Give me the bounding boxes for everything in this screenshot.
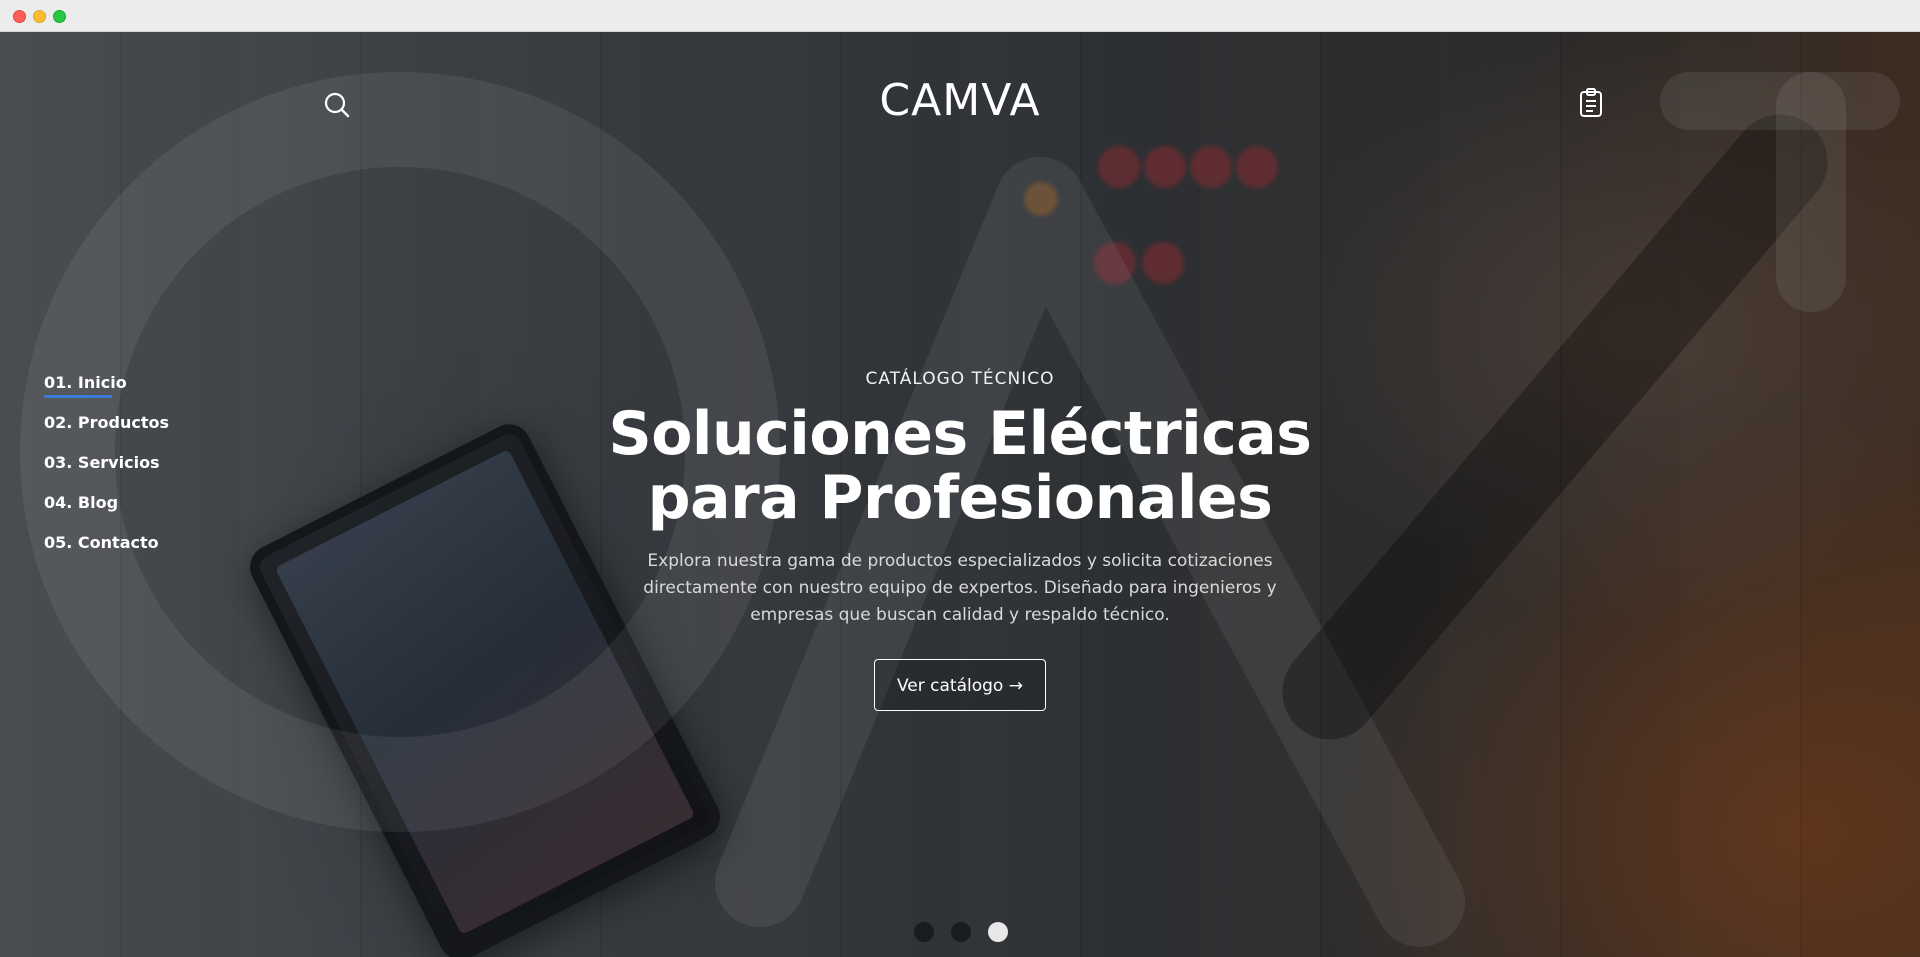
carousel-dot-1[interactable] xyxy=(914,922,934,942)
active-nav-underline xyxy=(44,395,112,398)
nav-item-label: 01. Inicio xyxy=(44,373,127,392)
search-icon xyxy=(324,92,350,118)
carousel-dot-2[interactable] xyxy=(951,922,972,942)
headline-line-1: Soluciones Eléctricas xyxy=(608,399,1313,469)
nav-item-label: 02. Productos xyxy=(44,413,170,432)
headline-line-2: para Profesionales xyxy=(647,463,1273,533)
nav-item-label: 03. Servicios xyxy=(44,453,160,472)
carousel-pagination xyxy=(914,922,1020,944)
nav-item-blog[interactable]: 04. Blog xyxy=(44,488,169,528)
view-catalog-button[interactable]: Ver catálogo → xyxy=(874,659,1046,711)
maximize-window-button[interactable] xyxy=(53,10,66,23)
nav-item-inicio[interactable]: 01. Inicio xyxy=(44,368,169,408)
hero-eyebrow: CATÁLOGO TÉCNICO xyxy=(865,369,1055,389)
hero-headline: Soluciones Eléctricas para Profesionales xyxy=(560,402,1360,530)
minimize-window-button[interactable] xyxy=(33,10,46,23)
window-titlebar xyxy=(0,0,1920,32)
camva-logo[interactable]: CAMVA xyxy=(860,76,1060,126)
search-button[interactable] xyxy=(322,90,352,120)
nav-item-label: 04. Blog xyxy=(44,493,119,512)
hero-content: CATÁLOGO TÉCNICO Soluciones Eléctricas p… xyxy=(560,366,1360,711)
nav-item-servicios[interactable]: 03. Servicios xyxy=(44,448,169,488)
side-navigation: 01. Inicio 02. Productos 03. Servicios 0… xyxy=(44,368,169,568)
close-window-button[interactable] xyxy=(13,10,26,23)
nav-item-productos[interactable]: 02. Productos xyxy=(44,408,169,448)
hero-description: Explora nuestra gama de productos especi… xyxy=(643,551,1277,625)
nav-item-contacto[interactable]: 05. Contacto xyxy=(44,528,169,568)
hero-section: CAMVA 01. Inicio 02. Productos 03. Servi… xyxy=(0,32,1920,957)
quote-list-button[interactable] xyxy=(1578,88,1604,118)
browser-window: CAMVA 01. Inicio 02. Productos 03. Servi… xyxy=(0,0,1920,957)
nav-item-label: 05. Contacto xyxy=(44,533,159,552)
carousel-dot-3[interactable] xyxy=(988,922,1009,942)
clipboard-icon xyxy=(1580,88,1602,117)
